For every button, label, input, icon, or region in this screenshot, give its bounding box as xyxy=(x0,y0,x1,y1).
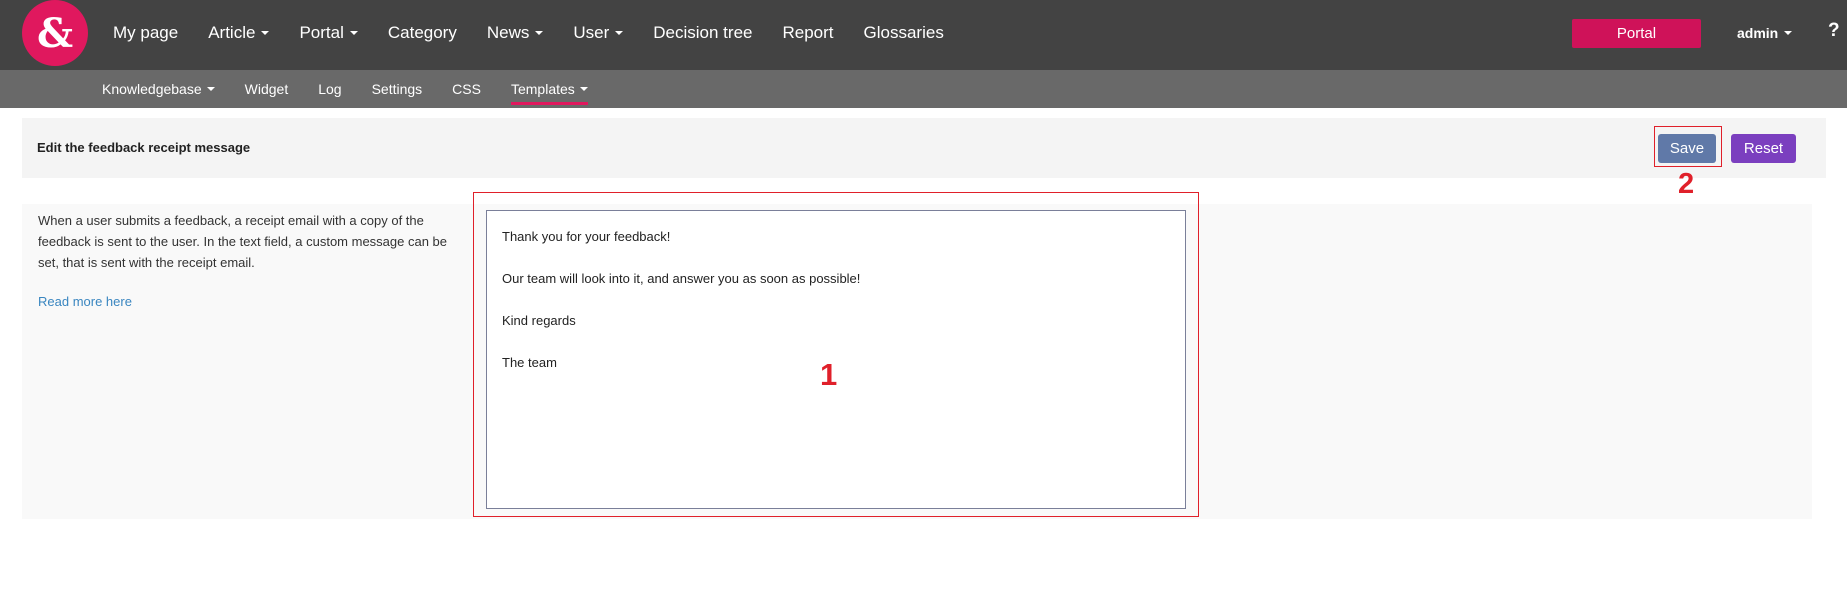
message-line: Kind regards xyxy=(502,313,576,328)
chevron-down-icon xyxy=(349,31,358,35)
portal-button[interactable]: Portal xyxy=(1572,19,1701,48)
editor-header: Edit the feedback receipt message xyxy=(22,118,1826,178)
subnav-templates[interactable]: Templates xyxy=(496,70,603,108)
chevron-down-icon xyxy=(1784,31,1793,35)
save-button[interactable]: Save xyxy=(1658,134,1716,163)
subnav-css[interactable]: CSS xyxy=(437,70,496,108)
main-menu: My page Article Portal Category News Use… xyxy=(98,0,959,66)
brand-logo[interactable]: & xyxy=(22,0,88,66)
nav-portal[interactable]: Portal xyxy=(284,0,372,66)
nav-decision-tree[interactable]: Decision tree xyxy=(638,0,767,66)
subnav-knowledgebase[interactable]: Knowledgebase xyxy=(87,70,230,108)
nav-user[interactable]: User xyxy=(558,0,638,66)
message-line: Our team will look into it, and answer y… xyxy=(502,271,861,286)
top-navbar: & My page Article Portal Category News U… xyxy=(0,0,1847,70)
reset-button[interactable]: Reset xyxy=(1731,134,1796,163)
nav-article[interactable]: Article xyxy=(193,0,284,66)
annotation-marker-2: 2 xyxy=(1678,168,1695,200)
annotation-marker-1: 1 xyxy=(820,357,838,392)
svg-text:&: & xyxy=(37,11,73,55)
page-title: Edit the feedback receipt message xyxy=(37,140,251,155)
user-menu-label: admin xyxy=(1737,25,1779,41)
subnav-log[interactable]: Log xyxy=(303,70,356,108)
nav-glossaries[interactable]: Glossaries xyxy=(849,0,959,66)
user-menu[interactable]: admin xyxy=(1737,0,1793,66)
read-more-link[interactable]: Read more here xyxy=(38,294,132,309)
subnav-widget[interactable]: Widget xyxy=(230,70,304,108)
subnav-settings[interactable]: Settings xyxy=(357,70,438,108)
chevron-down-icon xyxy=(615,31,624,35)
nav-my-page[interactable]: My page xyxy=(98,0,193,66)
chevron-down-icon xyxy=(535,31,544,35)
sub-navbar: Knowledgebase Widget Log Settings CSS Te… xyxy=(0,70,1847,108)
message-line: Thank you for your feedback! xyxy=(502,229,671,244)
nav-report[interactable]: Report xyxy=(767,0,848,66)
template-description: When a user submits a feedback, a receip… xyxy=(38,213,448,270)
help-icon[interactable]: ? xyxy=(1828,20,1840,42)
sub-menu: Knowledgebase Widget Log Settings CSS Te… xyxy=(87,70,603,108)
nav-category[interactable]: Category xyxy=(373,0,472,66)
nav-news[interactable]: News xyxy=(472,0,559,66)
chevron-down-icon xyxy=(579,87,588,91)
ampersand-logo-icon: & xyxy=(37,11,73,55)
chevron-down-icon xyxy=(261,31,270,35)
chevron-down-icon xyxy=(206,87,215,91)
